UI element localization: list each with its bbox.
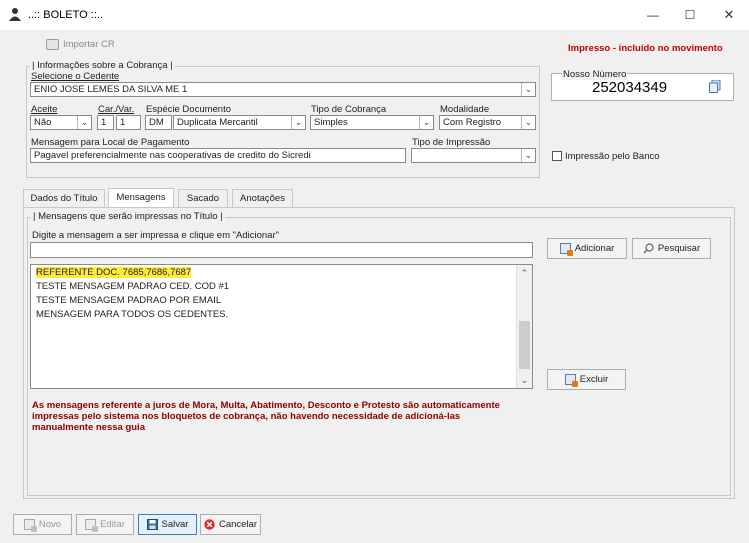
message-text: MENSAGEM PARA TODOS OS CEDENTES. [36, 309, 229, 320]
cancelar-label: Cancelar [218, 519, 258, 530]
chevron-down-icon: ⌄ [291, 116, 305, 129]
warning-line: manualmente nessa guia [32, 422, 145, 433]
modalidade-value: Com Registro [443, 117, 502, 128]
tipo-impressao-label: Tipo de Impressão [412, 137, 491, 148]
add-doc-icon [559, 243, 573, 256]
chevron-down-icon: ⌄ [521, 149, 535, 162]
car-value: 1 [101, 117, 107, 128]
especie-value: Duplicata Mercantil [177, 117, 258, 128]
import-icon [46, 38, 59, 50]
salvar-label: Salvar [161, 519, 189, 530]
cedente-label: Selecione o Cedente [31, 71, 120, 82]
adicionar-label: Adicionar [574, 243, 615, 254]
warning-line: impressas pelo sistema nos bloquetos de … [32, 411, 461, 422]
editar-label: Editar [100, 519, 125, 530]
mensagens-list[interactable]: REFERENTE DOC. 7685,7686,7687 TESTE MENS… [30, 264, 533, 389]
mensagem-local-field[interactable]: Pagavel preferencialmente nas cooperativ… [30, 148, 406, 163]
maximize-button[interactable]: ☐ [679, 5, 701, 25]
tab-anotacoes[interactable]: Anotações [232, 189, 293, 207]
cedente-value: ENIO JOSE LEMES DA SILVA ME 1 [34, 84, 188, 95]
list-item[interactable]: TESTE MENSAGEM PADRAO POR EMAIL [31, 294, 532, 308]
chevron-down-icon: ⌄ [77, 116, 91, 129]
message-text: TESTE MENSAGEM PADRAO CED. COD #1 [36, 281, 230, 292]
mensagem-local-value: Pagavel preferencialmente nas cooperativ… [34, 150, 311, 161]
search-icon [643, 243, 654, 254]
var-field[interactable]: 1 [116, 115, 141, 130]
mensagem-local-label: Mensagem para Local de Pagamento [31, 137, 190, 148]
cancelar-button[interactable]: Cancelar [200, 514, 261, 535]
importar-cr-button[interactable]: Importar CR [46, 37, 115, 51]
delete-doc-icon [564, 374, 578, 387]
juros-warning: As mensagens referente a juros de Mora, … [32, 400, 500, 433]
info-cobranca-title: | Informações sobre a Cobrança | [30, 60, 175, 71]
aceite-label: Aceite [31, 104, 58, 115]
modalidade-label: Modalidade [440, 104, 490, 115]
tipo-impressao-select[interactable]: ⌄ [411, 148, 536, 163]
aceite-select[interactable]: Não ⌄ [30, 115, 92, 130]
aceite-value: Não [34, 117, 52, 128]
minimize-button[interactable]: — [642, 5, 664, 25]
especie-code-field[interactable]: DM [145, 115, 172, 130]
window-titlebar [0, 0, 749, 30]
pesquisar-label: Pesquisar [657, 243, 701, 254]
pesquisar-button[interactable]: Pesquisar [632, 238, 711, 259]
message-text: TESTE MENSAGEM PADRAO POR EMAIL [36, 295, 222, 306]
scroll-down-icon[interactable]: ⌄ [517, 372, 532, 388]
tab-sacado[interactable]: Sacado [178, 189, 228, 207]
chevron-down-icon: ⌄ [419, 116, 433, 129]
new-doc-icon [23, 519, 37, 532]
window-title: ..:: BOLETO ::.. [28, 9, 103, 21]
chevron-down-icon: ⌄ [521, 116, 535, 129]
novo-button[interactable]: Novo [13, 514, 72, 535]
list-item[interactable]: TESTE MENSAGEM PADRAO CED. COD #1 [31, 280, 532, 294]
nosso-numero-value: 252034349 [592, 79, 668, 96]
cedente-select[interactable]: ENIO JOSE LEMES DA SILVA ME 1 ⌄ [30, 82, 536, 97]
warning-line: As mensagens referente a juros de Mora, … [32, 400, 500, 411]
novo-label: Novo [38, 519, 62, 530]
impressao-banco-checkbox[interactable] [552, 151, 562, 161]
car-field[interactable]: 1 [97, 115, 114, 130]
excluir-button[interactable]: Excluir [547, 369, 626, 390]
mensagem-input[interactable] [30, 242, 533, 258]
var-value: 1 [120, 117, 126, 128]
tab-mensagens[interactable]: Mensagens [108, 188, 174, 208]
salvar-button[interactable]: Salvar [138, 514, 197, 535]
mensagem-instruction: Digite a mensagem a ser impressa e cliqu… [32, 230, 279, 241]
scroll-up-icon[interactable]: ⌃ [517, 265, 532, 281]
save-icon [146, 519, 158, 530]
mensagens-scrollbar[interactable]: ⌃ ⌄ [516, 265, 532, 388]
close-button[interactable]: ✕ [718, 5, 740, 25]
importar-cr-label: Importar CR [63, 38, 115, 50]
tab-dados-titulo[interactable]: Dados do Título [23, 189, 105, 207]
excluir-label: Excluir [579, 374, 609, 385]
copy-icon[interactable] [709, 79, 721, 93]
cancel-icon [204, 519, 215, 530]
list-item[interactable]: MENSAGEM PARA TODOS OS CEDENTES. [31, 308, 532, 322]
tipo-cobranca-select[interactable]: Simples ⌄ [310, 115, 434, 130]
editar-button[interactable]: Editar [76, 514, 134, 535]
adicionar-button[interactable]: Adicionar [547, 238, 627, 259]
chevron-down-icon: ⌄ [521, 83, 535, 96]
impresso-status: Impresso - incluído no movimento [568, 43, 723, 54]
message-text: REFERENTE DOC. 7685,7686,7687 [36, 267, 192, 278]
scroll-thumb[interactable] [519, 321, 530, 369]
app-icon [8, 7, 22, 22]
list-item[interactable]: REFERENTE DOC. 7685,7686,7687 [31, 266, 532, 280]
tipo-cobranca-label: Tipo de Cobrança [311, 104, 387, 115]
mensagens-group-title: | Mensagens que serão impressas no Títul… [31, 211, 225, 222]
especie-label: Espécie Documento [146, 104, 232, 115]
especie-select[interactable]: Duplicata Mercantil ⌄ [173, 115, 306, 130]
impressao-banco-label: Impressão pelo Banco [565, 151, 660, 162]
tipo-cobranca-value: Simples [314, 117, 348, 128]
modalidade-select[interactable]: Com Registro ⌄ [439, 115, 536, 130]
edit-doc-icon [85, 519, 99, 532]
carvar-label: Car./Var. [98, 104, 135, 115]
especie-code-value: DM [149, 117, 164, 128]
